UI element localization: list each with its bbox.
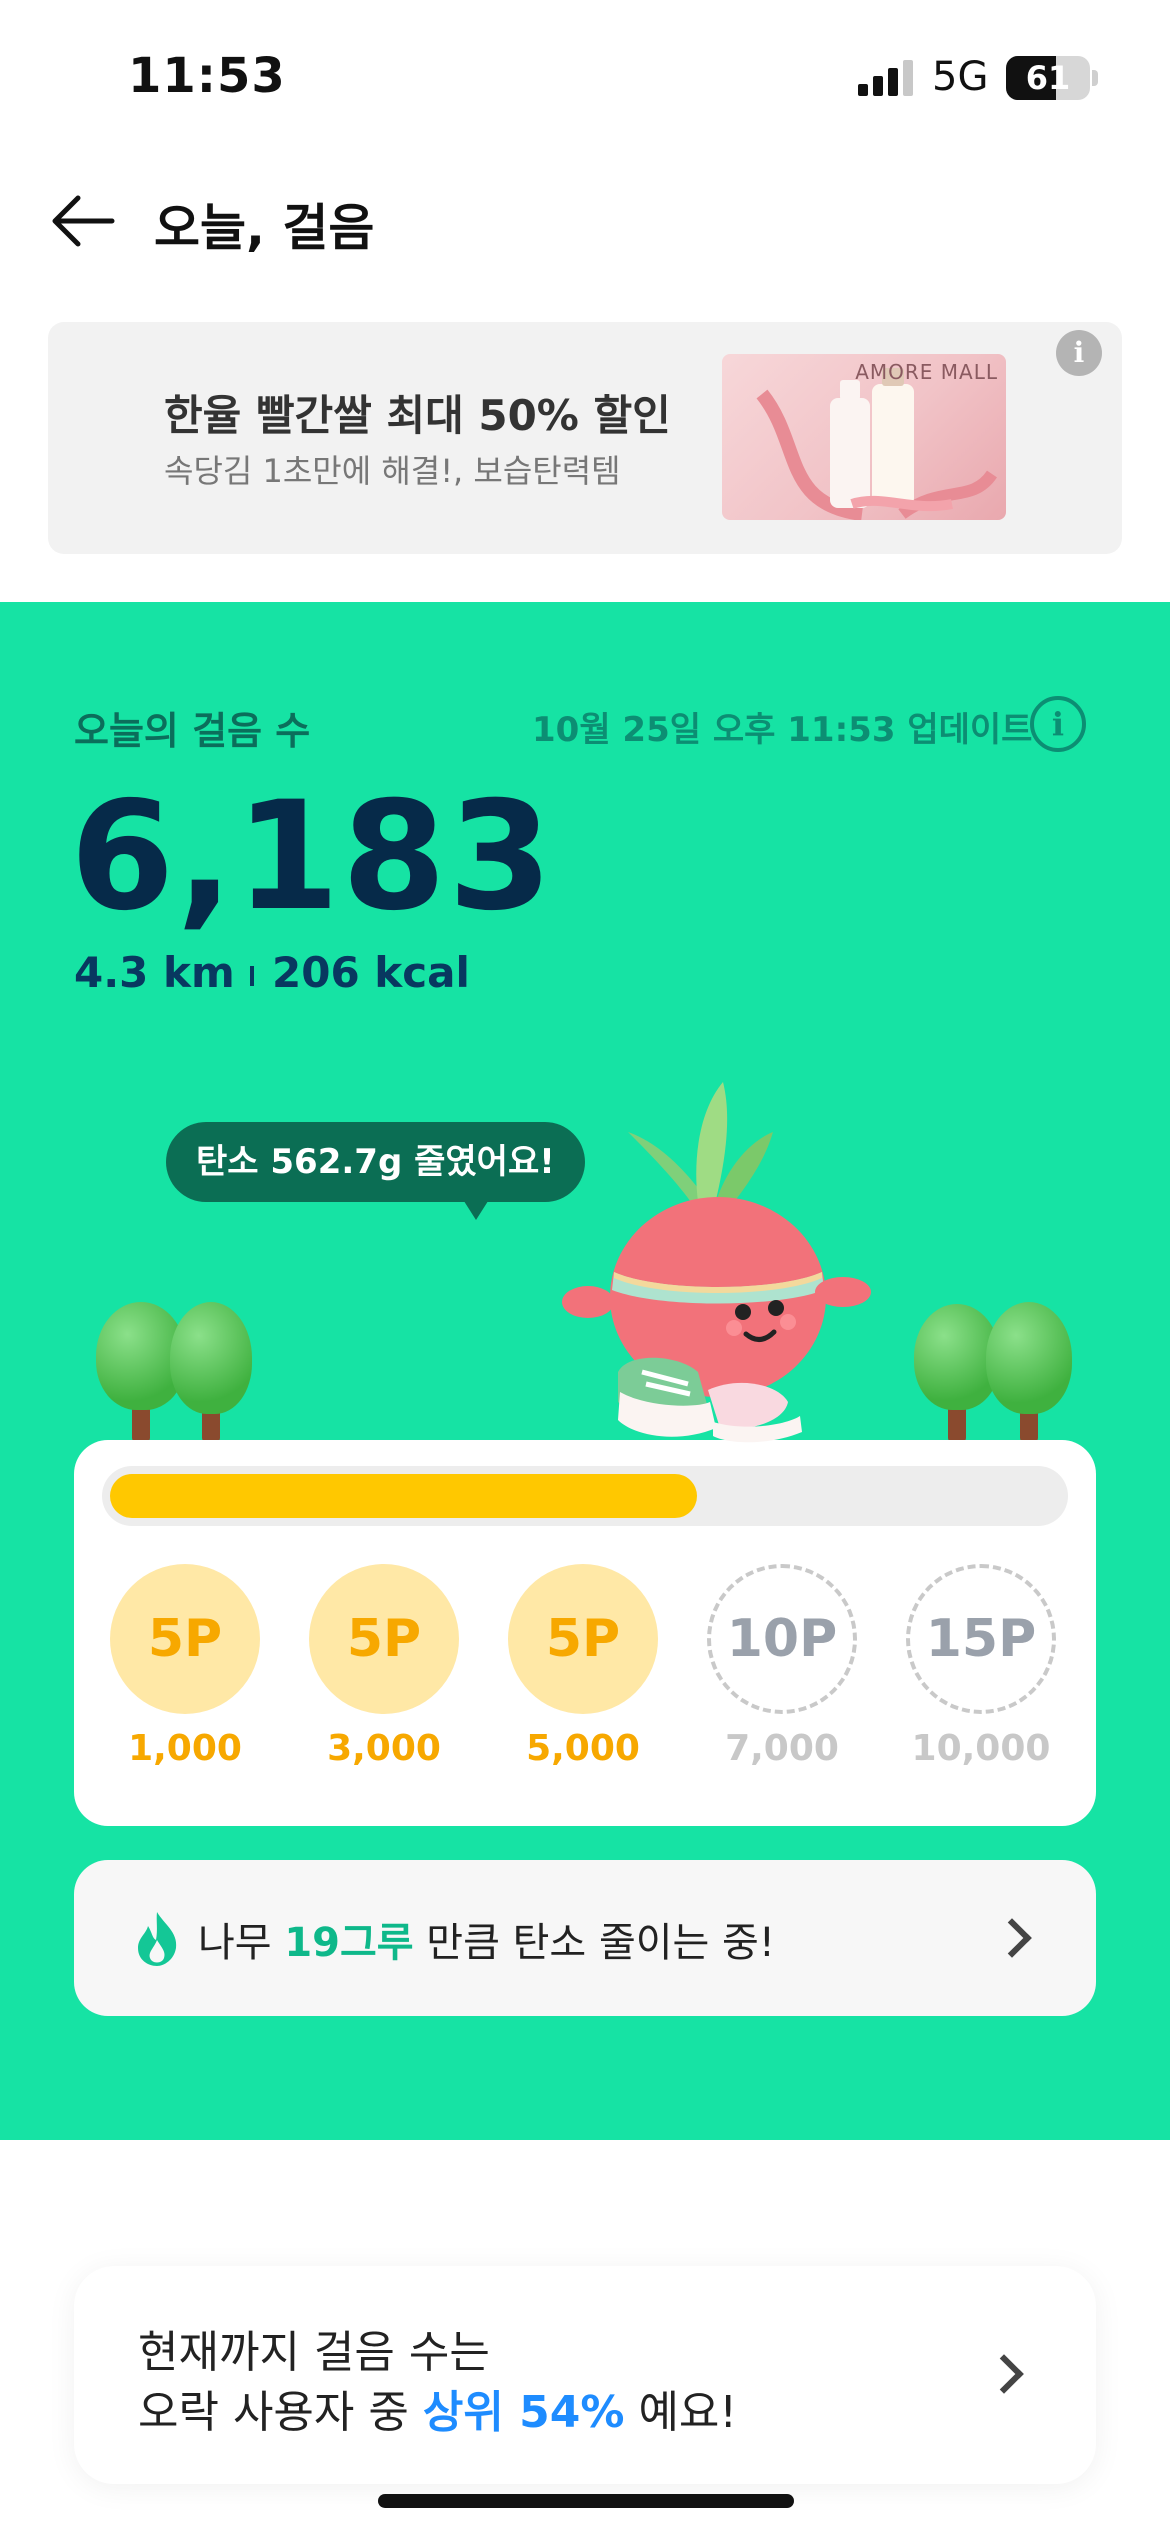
milestone-points-badge: 15P [906,1564,1056,1714]
signal-icon [858,60,914,96]
milestone-steps: 7,000 [725,1728,839,1769]
ad-title: 한율 빨간쌀 최대 50% 할인 [164,391,671,440]
update-timestamp: 10월 25일 오후 11:53 업데이트 [532,710,1033,750]
tree-icon [170,1302,252,1442]
steps-label: 오늘의 걸음 수 [74,709,311,753]
tree-text-prefix: 나무 [198,1920,285,1966]
status-time: 11:53 [128,48,286,104]
ranking-suffix: 예요! [624,2387,738,2438]
calories: 206 kcal [272,948,470,997]
tree-equivalent-card[interactable]: 나무 19그루 만큼 탄소 줄이는 중! [74,1860,1096,2016]
milestone-steps: 1,000 [128,1728,242,1769]
ranking-line1: 현재까지 걸음 수는 [138,2327,490,2378]
radish-mascot-image [562,1082,871,1443]
milestone-points-badge: 5P [110,1564,260,1714]
milestone-points-badge: 10P [707,1564,857,1714]
tree-icon [986,1302,1072,1442]
ranking-card[interactable]: 현재까지 걸음 수는 오락 사용자 중 상위 54% 예요! [74,2266,1096,2484]
tree-text-suffix: 만큼 탄소 줄이는 중! [413,1920,775,1966]
ad-banner[interactable]: 한율 빨간쌀 최대 50% 할인 속당김 1초만에 해결!, 보습탄력템 AMO… [48,322,1122,554]
home-indicator [378,2494,794,2508]
milestone-steps: 5,000 [526,1728,640,1769]
milestone-3[interactable]: 5P 5,000 [508,1564,658,1769]
ranking-percentile: 상위 54% [422,2387,625,2438]
milestone-points-badge: 5P [508,1564,658,1714]
back-arrow-icon [52,195,115,247]
milestone-steps: 3,000 [327,1728,441,1769]
battery-cap [1092,70,1098,86]
chevron-right-icon [996,1918,1024,1958]
today-steps-section: 오늘의 걸음 수 10월 25일 오후 11:53 업데이트 i 6,183 4… [0,602,1170,2140]
status-bar: 11:53 5G 61 [0,0,1170,150]
battery-level: 61 [1025,59,1071,97]
reward-progress-card: 5P 1,000 5P 3,000 5P 5,000 10P 7,000 15P 10,000 [74,1440,1096,1826]
milestone-4[interactable]: 10P 7,000 [707,1564,857,1769]
header: 오늘, 걸음 [0,160,1170,280]
page-title: 오늘, 걸음 [154,199,375,257]
stat-divider [250,966,254,986]
chevron-right-icon [988,2354,1016,2394]
back-button[interactable] [48,186,118,256]
ad-info-icon[interactable]: i [1056,330,1102,376]
ad-subtitle: 속당김 1초만에 해결!, 보습탄력템 [164,452,621,490]
distance: 4.3 km [74,948,235,997]
battery-icon: 61 [1006,56,1090,100]
info-icon[interactable]: i [1030,696,1086,752]
ad-product-image: AMORE MALL [722,354,1006,520]
milestone-5[interactable]: 15P 10,000 [906,1564,1056,1769]
flame-icon [138,1912,177,1966]
milestone-steps: 10,000 [911,1728,1051,1769]
carbon-bubble: 탄소 562.7g 줄였어요! [166,1122,585,1202]
bubble-tail [462,1198,490,1220]
tree-count: 19그루 [284,1920,414,1966]
ad-brand: AMORE MALL [855,360,998,384]
milestone-1[interactable]: 5P 1,000 [110,1564,260,1769]
network-type: 5G [932,54,989,100]
ranking-prefix: 오락 사용자 중 [138,2387,423,2438]
ranking-line2: 오락 사용자 중 상위 54% 예요! [138,2376,737,2440]
milestone-points-badge: 5P [309,1564,459,1714]
tree-equivalent-text: 나무 19그루 만큼 탄소 줄이는 중! [198,1910,775,1968]
step-count: 6,183 [70,770,555,944]
milestone-2[interactable]: 5P 3,000 [309,1564,459,1769]
